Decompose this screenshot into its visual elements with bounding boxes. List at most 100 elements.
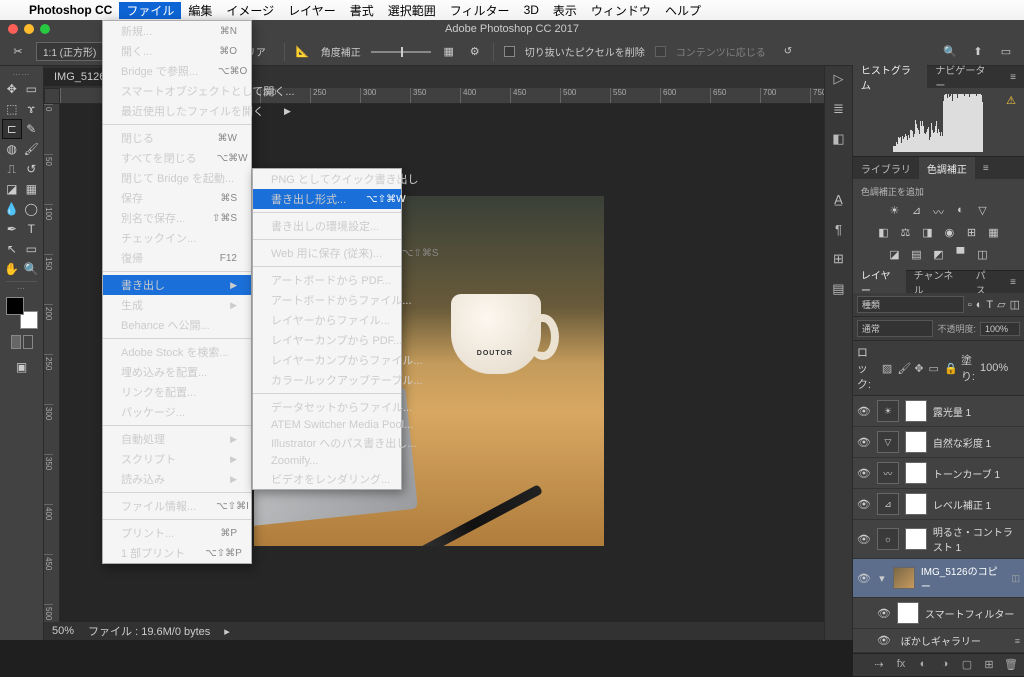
link-layers-icon[interactable]: ⇢ bbox=[872, 658, 886, 672]
filter-adj-icon[interactable]: ◐ bbox=[976, 299, 983, 311]
screen-mode-icon[interactable]: ▣ bbox=[12, 357, 32, 377]
shape-tool-icon[interactable]: ▭ bbox=[22, 239, 42, 259]
menu-item[interactable]: PNG としてクイック書き出し bbox=[253, 169, 401, 189]
menu-select[interactable]: 選択範囲 bbox=[381, 2, 443, 19]
layer-name[interactable]: 露光量 1 bbox=[933, 404, 1020, 419]
visibility-icon[interactable]: 👁 bbox=[877, 634, 891, 647]
visibility-icon[interactable]: 👁 bbox=[857, 572, 871, 585]
character-panel-icon[interactable]: A̲ bbox=[829, 190, 847, 208]
menu-help[interactable]: ヘルプ bbox=[658, 2, 708, 19]
document-info[interactable]: ファイル : 19.6M/0 bytes bbox=[88, 623, 210, 639]
properties-panel-icon[interactable]: ◧ bbox=[829, 130, 847, 148]
filter-type-dropdown[interactable]: 種類 bbox=[857, 296, 964, 313]
foreground-color[interactable] bbox=[6, 297, 24, 315]
colorlookup-icon[interactable]: ▦ bbox=[985, 226, 1001, 240]
curves-icon[interactable]: 〰 bbox=[930, 204, 946, 218]
menu-item[interactable]: 書き出し▶ bbox=[103, 275, 251, 295]
blur-tool-icon[interactable]: 💧 bbox=[2, 199, 22, 219]
levels-icon[interactable]: ⊿ bbox=[908, 204, 924, 218]
menu-item[interactable]: Illustrator へのパス書き出し... bbox=[253, 433, 401, 453]
filter-type-icon[interactable]: T bbox=[986, 299, 993, 311]
menu-item[interactable]: ファイル情報...⌥⇧⌘I bbox=[103, 496, 251, 516]
navigator-tab[interactable]: ナビゲーター bbox=[927, 58, 1002, 96]
zoom-tool-icon[interactable]: 🔍 bbox=[22, 259, 42, 279]
menu-item[interactable]: 復帰F12 bbox=[103, 248, 251, 268]
menu-item[interactable]: 生成▶ bbox=[103, 295, 251, 315]
straighten-icon[interactable]: 📐 bbox=[295, 44, 311, 60]
menu-item[interactable]: 書き出し形式...⌥⇧⌘W bbox=[253, 189, 401, 209]
fill-input[interactable]: 100% bbox=[980, 362, 1020, 374]
content-aware-checkbox[interactable] bbox=[655, 46, 666, 57]
layer-row[interactable]: 👁〰トーンカーブ 1 bbox=[853, 458, 1024, 489]
vertical-ruler[interactable]: 050100150200250300350400450500 bbox=[44, 104, 60, 622]
eyedropper-tool-icon[interactable]: ✎ bbox=[22, 119, 42, 139]
bw-icon[interactable]: ◨ bbox=[919, 226, 935, 240]
aspect-ratio-dropdown[interactable]: 1:1 (正方形) bbox=[36, 42, 103, 61]
play-icon[interactable]: ▷ bbox=[829, 70, 847, 88]
expand-icon[interactable]: ▾ bbox=[877, 572, 887, 585]
type-tool-icon[interactable]: T bbox=[22, 219, 42, 239]
layer-name[interactable]: IMG_5126のコピー bbox=[921, 563, 1006, 593]
status-arrow-icon[interactable]: ▸ bbox=[224, 625, 230, 638]
lock-trans-icon[interactable]: ▨ bbox=[882, 362, 892, 374]
menu-item[interactable]: 1 部プリント⌥⇧⌘P bbox=[103, 543, 251, 563]
invert-icon[interactable]: ◪ bbox=[886, 248, 902, 262]
menu-item[interactable]: Bridge で参照...⌥⌘O bbox=[103, 61, 251, 81]
menu-edit[interactable]: 編集 bbox=[181, 2, 219, 19]
menu-item[interactable]: スクリプト▶ bbox=[103, 449, 251, 469]
foreground-background-colors[interactable] bbox=[6, 297, 38, 329]
menu-item[interactable]: スマートオブジェクトとして開く... bbox=[103, 81, 251, 101]
menu-item[interactable]: Behance へ公開... bbox=[103, 315, 251, 335]
crop-options-icon[interactable]: ⚙ bbox=[467, 44, 483, 60]
opacity-input[interactable]: 100% bbox=[980, 322, 1020, 336]
zoom-level[interactable]: 50% bbox=[52, 625, 74, 637]
healing-tool-icon[interactable]: ◍ bbox=[2, 139, 22, 159]
menu-item[interactable]: 開く...⌘O bbox=[103, 41, 251, 61]
layer-row[interactable]: 👁▽自然な彩度 1 bbox=[853, 427, 1024, 458]
zoom-window-icon[interactable] bbox=[40, 24, 50, 34]
menu-item[interactable]: 閉じる⌘W bbox=[103, 128, 251, 148]
menu-item[interactable]: 最近使用したファイルを開く▶ bbox=[103, 101, 251, 121]
blend-mode-dropdown[interactable]: 通常 bbox=[857, 320, 934, 337]
glyphs-panel-icon[interactable]: ⊞ bbox=[829, 250, 847, 268]
straighten-slider[interactable] bbox=[371, 51, 431, 53]
menu-file[interactable]: ファイル bbox=[119, 2, 181, 19]
visibility-icon[interactable]: 👁 bbox=[877, 607, 891, 620]
menu-item[interactable]: 埋め込みを配置... bbox=[103, 362, 251, 382]
menu-item[interactable]: Zoomify... bbox=[253, 453, 401, 469]
stamp-tool-icon[interactable]: ⎍ bbox=[2, 159, 22, 179]
lasso-tool-icon[interactable]: ɤ bbox=[22, 99, 42, 119]
adjustments-tab[interactable]: 色調補正 bbox=[919, 157, 975, 180]
channelmix-icon[interactable]: ⊞ bbox=[963, 226, 979, 240]
menu-filter[interactable]: フィルター bbox=[443, 2, 517, 19]
menu-item[interactable]: プリント...⌘P bbox=[103, 523, 251, 543]
visibility-icon[interactable]: 👁 bbox=[857, 498, 871, 511]
dodge-tool-icon[interactable]: ◯ bbox=[22, 199, 42, 219]
menu-item[interactable]: 読み込み▶ bbox=[103, 469, 251, 489]
menu-item[interactable]: レイヤーからファイル... bbox=[253, 310, 401, 330]
brush-tool-icon[interactable]: 🖌 bbox=[22, 139, 42, 159]
layer-row[interactable]: 👁⊿レベル補正 1 bbox=[853, 489, 1024, 520]
marquee-tool-icon[interactable]: ⬚ bbox=[2, 99, 22, 119]
menu-item[interactable]: Adobe Stock を検索... bbox=[103, 342, 251, 362]
delete-pixels-checkbox[interactable] bbox=[504, 46, 515, 57]
menu-item[interactable]: ATEM Switcher Media Pool... bbox=[253, 417, 401, 433]
reset-crop-icon[interactable]: ↺ bbox=[776, 44, 800, 59]
artboard-tool-icon[interactable]: ▭ bbox=[22, 79, 42, 99]
menu-item[interactable]: 別名で保存...⇧⌘S bbox=[103, 208, 251, 228]
menu-item[interactable]: 閉じて Bridge を起動...⇧⌘W bbox=[103, 168, 251, 188]
layer-name[interactable]: 自然な彩度 1 bbox=[933, 435, 1020, 450]
menu-item[interactable]: 自動処理▶ bbox=[103, 429, 251, 449]
exposure-icon[interactable]: ◐ bbox=[952, 204, 968, 218]
menu-item[interactable]: 保存⌘S bbox=[103, 188, 251, 208]
visibility-icon[interactable]: 👁 bbox=[857, 533, 871, 546]
new-layer-icon[interactable]: ⊞ bbox=[982, 658, 996, 672]
menu-item[interactable]: 書き出しの環境設定... bbox=[253, 216, 401, 236]
visibility-icon[interactable]: 👁 bbox=[857, 467, 871, 480]
posterize-icon[interactable]: ▤ bbox=[908, 248, 924, 262]
minimize-window-icon[interactable] bbox=[24, 24, 34, 34]
history-panel-icon[interactable]: ≣ bbox=[829, 100, 847, 118]
new-fill-icon[interactable]: ◑ bbox=[938, 658, 952, 672]
gradient-tool-icon[interactable]: ▦ bbox=[22, 179, 42, 199]
hand-tool-icon[interactable]: ✋ bbox=[2, 259, 22, 279]
